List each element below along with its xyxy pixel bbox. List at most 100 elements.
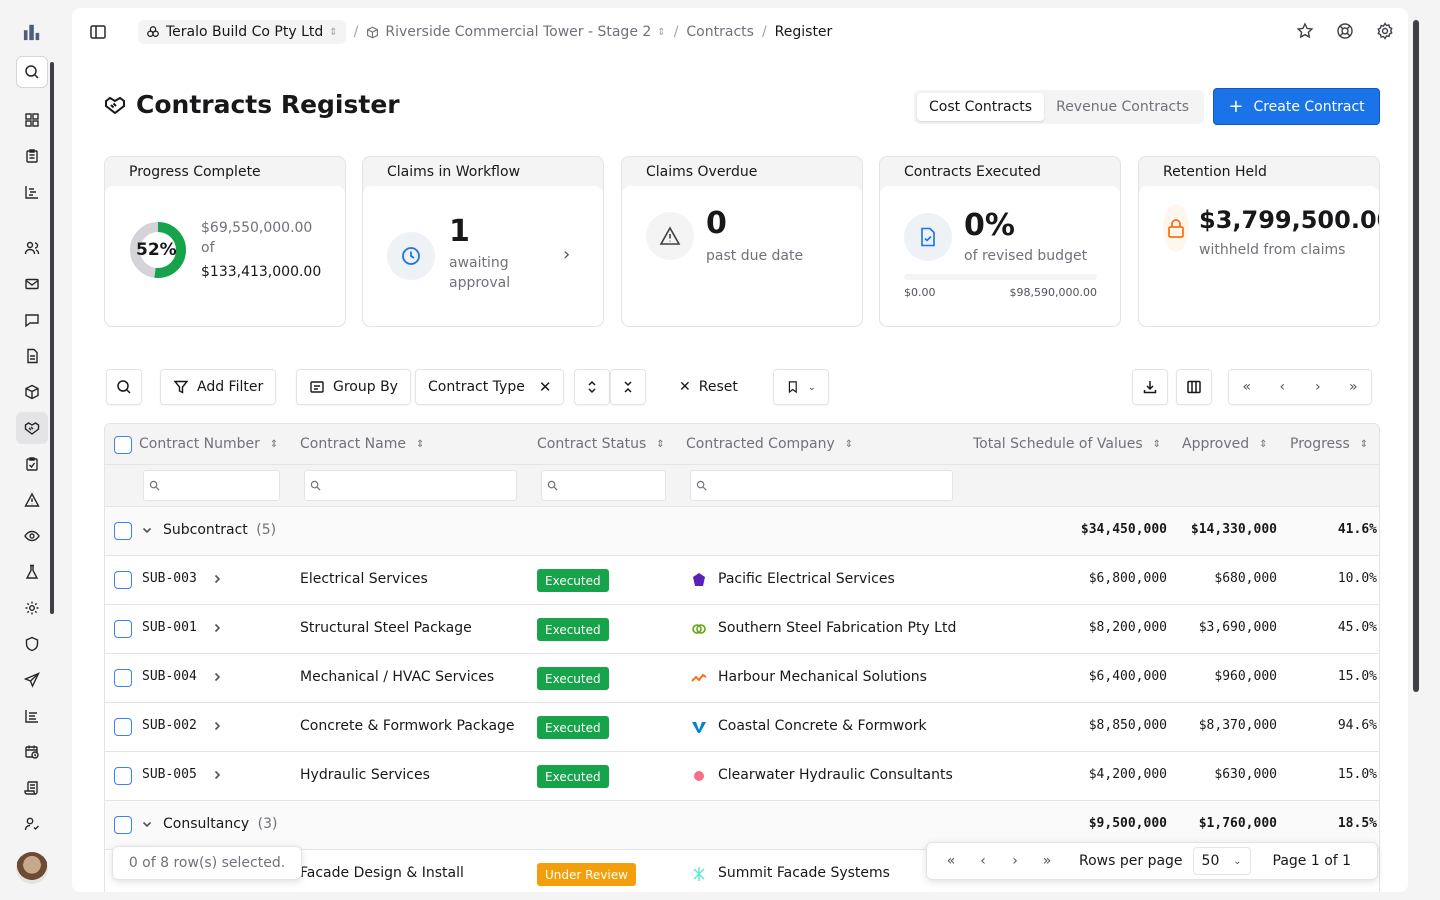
rows-per-page-select[interactable]: 50 ⌄ xyxy=(1192,847,1251,875)
user-check-icon[interactable] xyxy=(16,808,48,840)
handshake-icon[interactable] xyxy=(16,412,48,444)
users-icon[interactable] xyxy=(16,232,48,264)
chevron-right-icon[interactable] xyxy=(211,769,223,781)
chevron-right-icon[interactable] xyxy=(211,622,223,634)
select-all-checkbox[interactable] xyxy=(114,436,132,454)
contract-type-chip[interactable]: Contract Type ✕ xyxy=(415,369,565,405)
row-checkbox[interactable] xyxy=(114,522,132,540)
table-row[interactable]: SUB-003 Electrical Services Executed Pac… xyxy=(105,556,1379,605)
expand-all-button[interactable] xyxy=(574,369,610,405)
rail-scrollbar[interactable] xyxy=(50,62,54,614)
dashboard-icon[interactable] xyxy=(16,104,48,136)
create-contract-button[interactable]: + Create Contract xyxy=(1213,88,1380,125)
shield-icon[interactable] xyxy=(16,628,48,660)
star-icon[interactable] xyxy=(1296,22,1314,44)
close-icon[interactable]: ✕ xyxy=(539,378,552,396)
sidebar-toggle-icon[interactable] xyxy=(88,22,108,42)
table-row[interactable]: SUB-004 Mechanical / HVAC Services Execu… xyxy=(105,654,1379,703)
contract-number[interactable]: SUB-004 xyxy=(142,669,197,684)
tab-cost-contracts[interactable]: Cost Contracts xyxy=(917,93,1045,121)
row-checkbox[interactable] xyxy=(114,669,132,687)
chevron-right-icon[interactable]: › xyxy=(563,244,570,265)
document-icon[interactable] xyxy=(16,340,48,372)
user-avatar[interactable] xyxy=(16,852,48,884)
send-icon[interactable] xyxy=(16,664,48,696)
checklist-icon[interactable] xyxy=(16,448,48,480)
col-contract-status[interactable]: Contract Status ⇕ xyxy=(537,436,665,452)
last-page-icon[interactable]: » xyxy=(1336,373,1372,401)
prev-page-icon[interactable]: ‹ xyxy=(1265,373,1301,401)
settings-icon[interactable] xyxy=(1376,22,1394,44)
table-row[interactable]: SUB-005 Hydraulic Services Executed Clea… xyxy=(105,752,1379,801)
calendar-clock-icon[interactable] xyxy=(16,736,48,768)
col-contract-number[interactable]: Contract Number ⇕ xyxy=(139,436,278,452)
chevron-down-icon[interactable] xyxy=(141,818,153,830)
eye-icon[interactable] xyxy=(16,520,48,552)
col-progress[interactable]: Progress ⇕ xyxy=(1290,436,1368,452)
chevron-right-icon[interactable] xyxy=(211,671,223,683)
filter-company-input[interactable] xyxy=(690,470,953,501)
mail-icon[interactable] xyxy=(16,268,48,300)
scroll-icon[interactable] xyxy=(16,772,48,804)
kpi-retention-card: Retention Held $3,799,500.00 withheld fr… xyxy=(1138,156,1380,327)
first-page-icon[interactable]: « xyxy=(937,847,965,875)
filter-name-input[interactable] xyxy=(304,470,517,501)
flask-icon[interactable] xyxy=(16,556,48,588)
next-page-icon[interactable]: › xyxy=(1001,847,1029,875)
row-checkbox[interactable] xyxy=(114,767,132,785)
saved-views-button[interactable]: ⌄ xyxy=(773,369,829,405)
contract-number[interactable]: SUB-005 xyxy=(142,767,197,782)
chat-icon[interactable] xyxy=(16,304,48,336)
col-total-sov[interactable]: Total Schedule of Values ⇕ xyxy=(973,436,1161,452)
app-logo-icon[interactable] xyxy=(16,16,48,48)
tab-revenue-contracts[interactable]: Revenue Contracts xyxy=(1044,93,1201,121)
table-row[interactable]: SUB-001 Structural Steel Package Execute… xyxy=(105,605,1379,654)
project-switcher[interactable]: Riverside Commercial Tower - Stage 2 ⇕ xyxy=(366,24,666,40)
reset-button[interactable]: ✕ Reset xyxy=(666,369,751,405)
group-by-button[interactable]: Group By xyxy=(296,369,411,405)
collapse-all-button[interactable] xyxy=(610,369,646,405)
kpi-workflow-card[interactable]: Claims in Workflow 1 awaiting approval › xyxy=(362,156,604,327)
group-row-subcontract[interactable]: Subcontract (5) $34,450,000 $14,330,000 … xyxy=(105,507,1379,556)
col-approved[interactable]: Approved ⇕ xyxy=(1182,436,1268,452)
warning-icon[interactable] xyxy=(16,484,48,516)
package-icon[interactable] xyxy=(16,376,48,408)
table-header: Contract Number ⇕ Contract Name ⇕ Contract… xyxy=(105,424,1379,465)
page-scrollbar[interactable] xyxy=(1413,20,1419,692)
row-checkbox[interactable] xyxy=(114,718,132,736)
col-contracted-company[interactable]: Contracted Company ⇕ xyxy=(686,436,853,452)
filter-number-input[interactable] xyxy=(143,470,280,501)
col-contract-name[interactable]: Contract Name ⇕ xyxy=(300,436,424,452)
clipboard-icon[interactable] xyxy=(16,140,48,172)
next-page-icon[interactable]: › xyxy=(1300,373,1336,401)
chevron-down-icon[interactable] xyxy=(141,524,153,536)
help-lifebuoy-icon[interactable] xyxy=(1336,22,1354,44)
chevron-right-icon[interactable] xyxy=(211,573,223,585)
add-filter-button[interactable]: Add Filter xyxy=(160,369,277,405)
contract-number[interactable]: SUB-002 xyxy=(142,718,197,733)
row-checkbox[interactable] xyxy=(114,816,132,834)
table-search-button[interactable] xyxy=(106,369,142,405)
row-checkbox[interactable] xyxy=(114,620,132,638)
contract-number[interactable]: SUB-003 xyxy=(142,571,197,586)
search-icon[interactable] xyxy=(16,56,48,88)
kpi-label: Claims Overdue xyxy=(646,163,758,180)
first-page-icon[interactable]: « xyxy=(1229,373,1265,401)
workflow-count: 1 xyxy=(449,214,470,249)
prev-page-icon[interactable]: ‹ xyxy=(969,847,997,875)
breadcrumb-contracts[interactable]: Contracts xyxy=(686,24,754,40)
row-checkbox[interactable] xyxy=(114,571,132,589)
columns-button[interactable] xyxy=(1176,369,1212,405)
export-button[interactable] xyxy=(1132,369,1168,405)
report-list-icon[interactable] xyxy=(16,700,48,732)
contract-number[interactable]: SUB-001 xyxy=(142,620,197,635)
filter-status-input[interactable] xyxy=(541,470,666,501)
gantt-icon[interactable] xyxy=(16,176,48,208)
table-row[interactable]: SUB-002 Concrete & Formwork Package Exec… xyxy=(105,703,1379,752)
chevron-right-icon[interactable] xyxy=(211,720,223,732)
settings-gear-icon[interactable] xyxy=(16,592,48,624)
progress-percent: 52% xyxy=(136,240,177,260)
last-page-icon[interactable]: » xyxy=(1033,847,1061,875)
org-switcher[interactable]: Teralo Build Co Pty Ltd ⇕ xyxy=(138,20,346,44)
table-pager: « ‹ › » xyxy=(1228,369,1372,405)
